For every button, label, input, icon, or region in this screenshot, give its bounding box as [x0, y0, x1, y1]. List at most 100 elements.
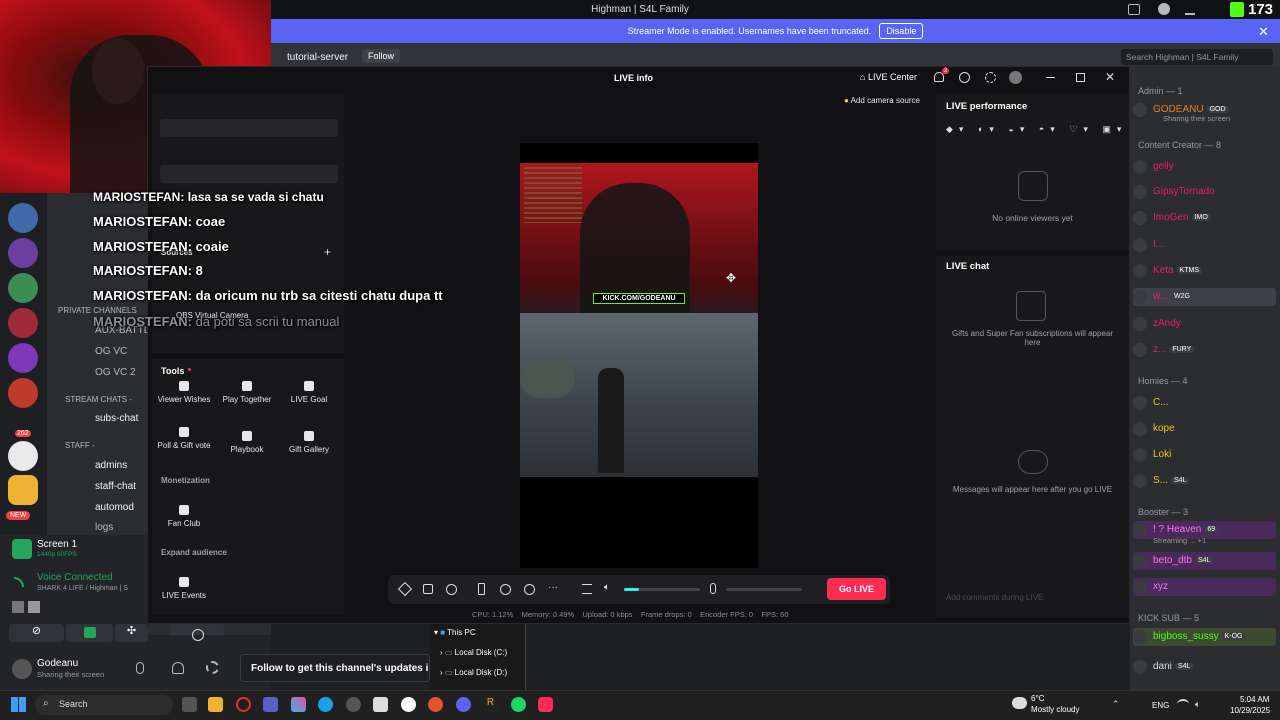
tool-live-goal[interactable]: LIVE Goal: [281, 381, 337, 404]
stop-stream-button[interactable]: ⊘: [9, 624, 64, 642]
server-icon[interactable]: [8, 441, 38, 471]
volume-slider[interactable]: [624, 588, 700, 591]
mic-icon[interactable]: [710, 583, 716, 594]
live-center-button[interactable]: ⌂ LIVE Center: [860, 72, 917, 82]
channel-category[interactable]: STAFF -: [65, 441, 95, 450]
activities-button[interactable]: ✣: [115, 624, 148, 642]
rockstar-icon[interactable]: R: [483, 697, 498, 712]
server-icon[interactable]: [8, 238, 38, 268]
server-icon[interactable]: [8, 203, 38, 233]
scene-tab[interactable]: [160, 119, 338, 137]
close-button[interactable]: ✕: [1105, 70, 1115, 84]
member-item[interactable]: w... W2G: [1133, 288, 1276, 306]
discord-icon[interactable]: [456, 697, 471, 712]
spotify-icon[interactable]: [511, 697, 526, 712]
settings-icon[interactable]: [985, 72, 996, 83]
channel-item[interactable]: automod: [95, 502, 134, 513]
camera-button[interactable]: [66, 624, 113, 642]
file-explorer-icon[interactable]: [208, 697, 223, 712]
tray-chevron-icon[interactable]: ⌃: [1112, 699, 1120, 710]
weather-temp: 6°C: [1031, 694, 1045, 703]
help-icon[interactable]: [959, 72, 970, 83]
teams-icon[interactable]: [263, 697, 278, 712]
mic-button[interactable]: [136, 662, 144, 674]
disable-streamer-button[interactable]: Disable: [879, 23, 924, 39]
member-item[interactable]: bigboss_sussy K-OG: [1133, 628, 1276, 646]
tool-playbook[interactable]: Playbook: [219, 431, 275, 454]
task-view-icon[interactable]: [182, 697, 197, 712]
camera-flip-icon[interactable]: [524, 584, 535, 595]
start-icon[interactable]: [11, 697, 26, 712]
channel-category[interactable]: STREAM CHATS -: [65, 395, 132, 404]
tool-gift-gallery[interactable]: Gift Gallery: [281, 431, 337, 454]
explorer-item[interactable]: › ▭ Local Disk (D:): [440, 668, 507, 677]
server-icon[interactable]: [8, 273, 38, 303]
portrait-icon[interactable]: [478, 583, 485, 595]
magic-icon[interactable]: [397, 581, 413, 597]
explorer-root[interactable]: ▾ ■ This PC: [434, 628, 476, 637]
server-icon[interactable]: [8, 343, 38, 373]
tool-viewer-wishes[interactable]: Viewer Wishes: [156, 381, 212, 404]
effects-icon[interactable]: [446, 584, 457, 595]
tool-live-events[interactable]: LIVE Events: [156, 577, 212, 600]
member-item[interactable]: beto_dtb S4L: [1133, 552, 1276, 570]
channel-item[interactable]: admins: [95, 460, 127, 471]
add-camera-source-button[interactable]: ● Add camera source: [844, 96, 920, 105]
help-icon[interactable]: [1158, 3, 1170, 15]
comment-input[interactable]: Add comments during LIVE: [946, 593, 1043, 602]
wifi-icon[interactable]: [1177, 699, 1189, 709]
channel-item[interactable]: logs: [95, 522, 113, 533]
clock-date[interactable]: 10/29/2025: [1230, 706, 1270, 715]
channel-item[interactable]: subs-chat: [95, 413, 138, 424]
opera-icon[interactable]: [236, 697, 251, 712]
folder-icon[interactable]: [8, 475, 38, 505]
member-name: bigboss_sussy K-OG: [1153, 631, 1246, 642]
speaker-icon[interactable]: 🔈︎: [604, 582, 610, 593]
server-icon[interactable]: [8, 308, 38, 338]
profile-avatar[interactable]: [1009, 71, 1022, 84]
inbox-icon[interactable]: [1128, 4, 1140, 15]
user-avatar[interactable]: [12, 659, 32, 679]
scene-item[interactable]: [160, 165, 338, 183]
language-indicator[interactable]: ENG: [1152, 701, 1169, 710]
edge-icon[interactable]: [318, 697, 333, 712]
role-header: Homies — 4: [1138, 376, 1188, 386]
member-name: kope: [1153, 423, 1175, 434]
mic-slider[interactable]: [726, 588, 802, 591]
more-icon[interactable]: ···: [548, 582, 558, 593]
headphones-button[interactable]: [172, 662, 184, 674]
clock-time[interactable]: 5:04 AM: [1240, 695, 1269, 704]
download-icon[interactable]: [1185, 3, 1195, 15]
volume-icon[interactable]: 🔈︎: [1195, 699, 1200, 710]
channel-item[interactable]: OG VC 2: [95, 367, 136, 378]
game-icon[interactable]: [428, 697, 443, 712]
user-settings-icon[interactable]: [206, 661, 219, 674]
channel-item[interactable]: staff-chat: [95, 481, 136, 492]
maximize-button[interactable]: [1076, 73, 1085, 82]
performance-filters[interactable]: ◆▾ ◐▾ ◒▾ ◓▾ ♡▾ ▣▾: [946, 124, 1127, 135]
member-item[interactable]: xyz: [1133, 578, 1276, 596]
record-icon[interactable]: [500, 584, 511, 595]
mixer-icon[interactable]: [582, 584, 592, 594]
layout-icon[interactable]: [423, 584, 433, 594]
tool-poll[interactable]: Poll & Gift vote: [156, 427, 212, 450]
store-icon[interactable]: [373, 697, 388, 712]
minimize-button[interactable]: [1046, 77, 1055, 78]
tool-fan-club[interactable]: Fan Club: [156, 505, 212, 528]
explorer-item[interactable]: › ▭ Local Disk (C:): [440, 648, 507, 657]
follow-button[interactable]: Follow: [362, 49, 401, 63]
taskbar-search[interactable]: ⌕ Search: [35, 695, 173, 715]
copilot-icon[interactable]: [291, 697, 306, 712]
close-banner-icon[interactable]: ✕: [1258, 24, 1269, 40]
channel-item[interactable]: OG VC: [95, 346, 127, 357]
github-icon[interactable]: [401, 697, 416, 712]
tab-live-info[interactable]: LIVE info: [614, 73, 653, 83]
tool-play-together[interactable]: Play Together: [219, 381, 275, 404]
voice-status[interactable]: Voice Connected: [37, 572, 113, 583]
search-input[interactable]: Search Highman | S4L Family: [1121, 49, 1273, 65]
settings-app-icon[interactable]: [346, 697, 361, 712]
tiktok-icon[interactable]: [538, 697, 553, 712]
server-icon[interactable]: [8, 378, 38, 408]
add-source-button[interactable]: +: [324, 245, 331, 259]
go-live-button[interactable]: Go LIVE: [827, 578, 886, 600]
